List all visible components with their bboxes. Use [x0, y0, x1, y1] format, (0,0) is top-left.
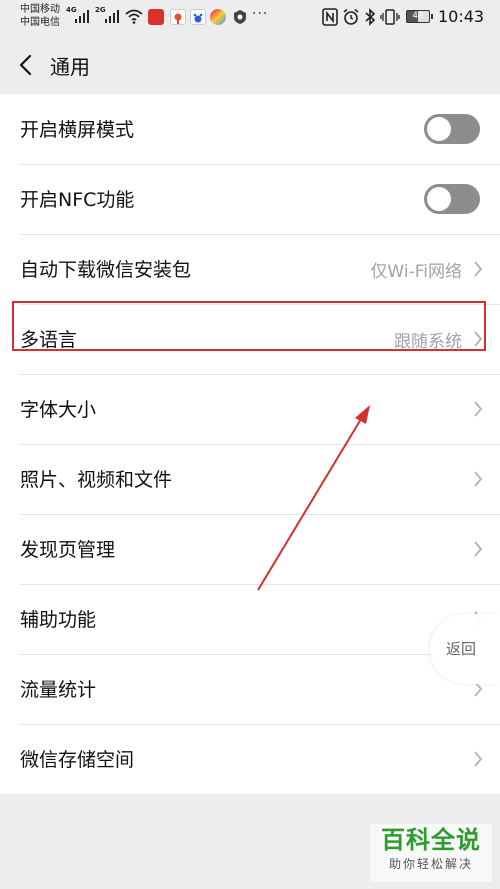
baidu-app-icon	[190, 9, 206, 25]
chevron-right-icon	[474, 401, 483, 417]
back-button[interactable]	[10, 48, 44, 82]
floating-back-button[interactable]: 返回	[430, 614, 500, 684]
setting-row-language[interactable]: 多语言 跟随系统	[0, 304, 500, 374]
chevron-right-icon	[474, 331, 483, 347]
setting-label: 微信存储空间	[20, 749, 135, 771]
signal-icon	[75, 10, 89, 23]
settings-list: 开启横屏模式 开启NFC功能 自动下载微信安装包 仅Wi-Fi网络 多语言 跟随…	[0, 94, 500, 794]
page-title: 通用	[50, 55, 90, 79]
status-time: 10:43	[438, 7, 485, 26]
bluetooth-icon	[365, 8, 376, 26]
setting-row-auto-download[interactable]: 自动下载微信安装包 仅Wi-Fi网络	[0, 234, 500, 304]
navigation-header: 通用	[0, 36, 500, 94]
map-app-icon	[170, 9, 186, 25]
setting-label: 开启NFC功能	[20, 189, 135, 211]
setting-label: 照片、视频和文件	[20, 469, 173, 491]
setting-row-discover-manage[interactable]: 发现页管理	[0, 514, 500, 584]
shield-app-icon	[234, 10, 246, 24]
nfc-icon	[322, 8, 338, 26]
chevron-right-icon	[474, 541, 483, 557]
signal-icon	[105, 10, 119, 23]
setting-label: 辅助功能	[20, 609, 97, 631]
chevron-right-icon	[474, 261, 483, 277]
setting-row-landscape-mode: 开启横屏模式	[0, 94, 500, 164]
carrier-1: 中国移动	[20, 4, 60, 15]
chevron-right-icon	[474, 471, 483, 487]
wechat-general-settings-screen: 中国移动 中国电信 4G 2G ··· 49 10:43 通用 开启横屏模式 开…	[0, 0, 500, 889]
status-bar: 中国移动 中国电信 4G 2G ··· 49 10:43	[0, 0, 500, 36]
carrier-2: 中国电信	[20, 17, 60, 28]
carrier-labels: 中国移动 中国电信	[20, 3, 60, 29]
setting-label: 发现页管理	[20, 539, 116, 561]
toggle-knob	[427, 117, 451, 141]
watermark-logo: 百科全说 助你轻松解决	[370, 824, 492, 882]
setting-label: 开启横屏模式	[20, 119, 135, 141]
toggle-knob	[427, 187, 451, 211]
setting-row-font-size[interactable]: 字体大小	[0, 374, 500, 444]
chevron-right-icon	[474, 751, 483, 767]
vibrate-icon	[380, 9, 400, 25]
colorful-app-icon	[210, 9, 226, 25]
setting-label: 字体大小	[20, 399, 97, 421]
setting-row-nfc: 开启NFC功能	[0, 164, 500, 234]
setting-row-media-files[interactable]: 照片、视频和文件	[0, 444, 500, 514]
battery-icon: 49	[406, 10, 433, 23]
landscape-mode-toggle[interactable]	[424, 114, 480, 144]
setting-value: 仅Wi-Fi网络	[370, 262, 462, 282]
watermark-title: 百科全说	[381, 826, 481, 854]
setting-row-data-usage[interactable]: 流量统计	[0, 654, 500, 724]
wifi-icon	[125, 9, 143, 24]
alarm-icon	[343, 8, 359, 25]
setting-row-storage[interactable]: 微信存储空间	[0, 724, 500, 794]
setting-label: 自动下载微信安装包	[20, 259, 192, 281]
setting-value: 跟随系统	[394, 332, 462, 352]
nfc-toggle[interactable]	[424, 184, 480, 214]
setting-label: 流量统计	[20, 679, 97, 701]
news-app-icon	[148, 9, 164, 25]
chevron-left-icon	[19, 54, 32, 76]
setting-row-accessibility[interactable]: 辅助功能	[0, 584, 500, 654]
setting-label: 多语言	[20, 329, 78, 351]
watermark-subtitle: 助你轻松解决	[388, 857, 473, 871]
floating-back-label: 返回	[446, 640, 477, 658]
more-notifications: ···	[252, 6, 269, 22]
